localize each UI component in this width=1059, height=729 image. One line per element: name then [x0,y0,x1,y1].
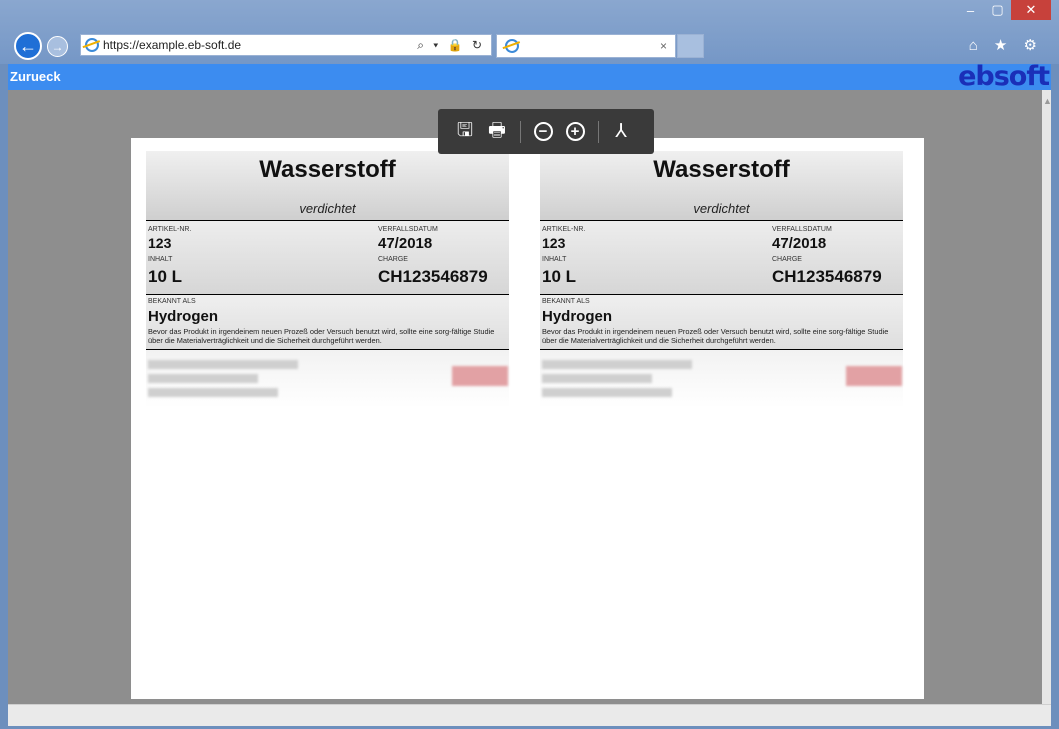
artikel-value: 123 [542,235,566,251]
product-label: Wasserstoff verdichtet ARTIKEL-NR. 123 I… [540,151,903,408]
charge-label: CHARGE [378,256,408,263]
back-arrow-icon[interactable]: ← [14,32,42,60]
inhalt-label: INHALT [542,256,567,263]
redacted-line [542,388,672,397]
app-header: Zurueck ebsoft [8,61,1051,92]
url-text: https://example.eb-soft.de [103,38,242,52]
bekannt-label: BEKANNT ALS [542,298,590,305]
label-subtitle: verdichtet [299,201,356,216]
window-controls: – ▢ ✕ [957,0,1051,20]
forward-arrow-icon[interactable]: → [47,36,68,57]
toolbar-divider [598,120,599,143]
charge-value: CH123546879 [378,267,488,286]
zoom-out-icon: − [533,122,553,141]
inhalt-value: 10 L [148,267,183,286]
address-bar[interactable]: https://example.eb-soft.de ⌕ ▾ 🔒 ↻ [80,34,492,56]
redacted-symbol [452,366,508,386]
artikel-label: ARTIKEL-NR. [148,226,192,233]
tab-ie-icon [505,39,519,53]
toolbar-divider [520,120,521,143]
redacted-line [542,360,692,369]
ebsoft-logo: ebsoft [958,61,1050,92]
inhalt-label: INHALT [148,256,173,263]
inhalt-value: 10 L [542,267,577,286]
zoom-out-button[interactable]: − [530,119,556,145]
tab-close-icon[interactable]: × [660,39,667,53]
save-icon[interactable]: 🖫 [452,119,478,145]
zoom-in-icon: + [565,122,585,141]
bekannt-value: Hydrogen [148,308,219,325]
verfall-value: 47/2018 [378,235,433,252]
print-icon[interactable]: 🖶 [484,119,510,145]
browser-chrome: – ▢ ✕ ← → https://example.eb-soft.de ⌕ ▾… [0,0,1059,64]
label-title: Wasserstoff [259,156,396,183]
product-label: Wasserstoff verdichtet ARTIKEL-NR. 123 I… [146,151,509,408]
artikel-label: ARTIKEL-NR. [542,226,586,233]
status-bar [8,704,1051,726]
home-favorites-settings-icons[interactable]: ⌂ ★ ⚙ [969,36,1043,54]
verfall-label: VERFALLSDATUM [772,226,832,233]
redacted-line [148,388,278,397]
ie-logo-icon [85,38,99,52]
close-window-button[interactable]: ✕ [1011,0,1051,20]
maximize-button[interactable]: ▢ [984,0,1011,20]
redacted-line [542,374,652,383]
verfall-label: VERFALLSDATUM [378,226,438,233]
label-header: Wasserstoff verdichtet [540,151,903,221]
charge-label: CHARGE [772,256,802,263]
pdf-toolbar: 🖫 🖶 − + ⅄ [438,109,654,154]
label-description: BEKANNT ALS Hydrogen Bevor das Produkt i… [540,295,903,350]
bekannt-value: Hydrogen [542,308,613,325]
vertical-scrollbar[interactable] [1042,90,1051,704]
bekannt-label: BEKANNT ALS [148,298,196,305]
minimize-button[interactable]: – [957,0,984,20]
label-footer-redacted [540,350,903,408]
artikel-value: 123 [148,235,172,251]
charge-value: CH123546879 [772,267,882,286]
address-tools-icons[interactable]: ⌕ ▾ 🔒 ↻ [417,38,485,53]
safety-text: Bevor das Produkt in irgendeinem neuen P… [148,327,495,345]
new-tab-button[interactable] [677,34,704,58]
scroll-up-icon[interactable]: ▲ [1043,96,1052,106]
back-link[interactable]: Zurueck [10,69,61,84]
label-footer-redacted [146,350,509,408]
redacted-line [148,360,298,369]
label-info: ARTIKEL-NR. 123 INHALT 10 L VERFALLSDATU… [540,221,903,295]
label-title: Wasserstoff [653,156,790,183]
label-header: Wasserstoff verdichtet [146,151,509,221]
safety-text: Bevor das Produkt in irgendeinem neuen P… [542,327,889,345]
label-subtitle: verdichtet [693,201,750,216]
label-info: ARTIKEL-NR. 123 INHALT 10 L VERFALLSDATU… [146,221,509,295]
redacted-symbol [846,366,902,386]
browser-tab[interactable]: × [496,34,676,58]
verfall-value: 47/2018 [772,235,827,252]
zoom-in-button[interactable]: + [562,119,588,145]
acrobat-icon[interactable]: ⅄ [608,119,634,145]
label-description: BEKANNT ALS Hydrogen Bevor das Produkt i… [146,295,509,350]
redacted-line [148,374,258,383]
